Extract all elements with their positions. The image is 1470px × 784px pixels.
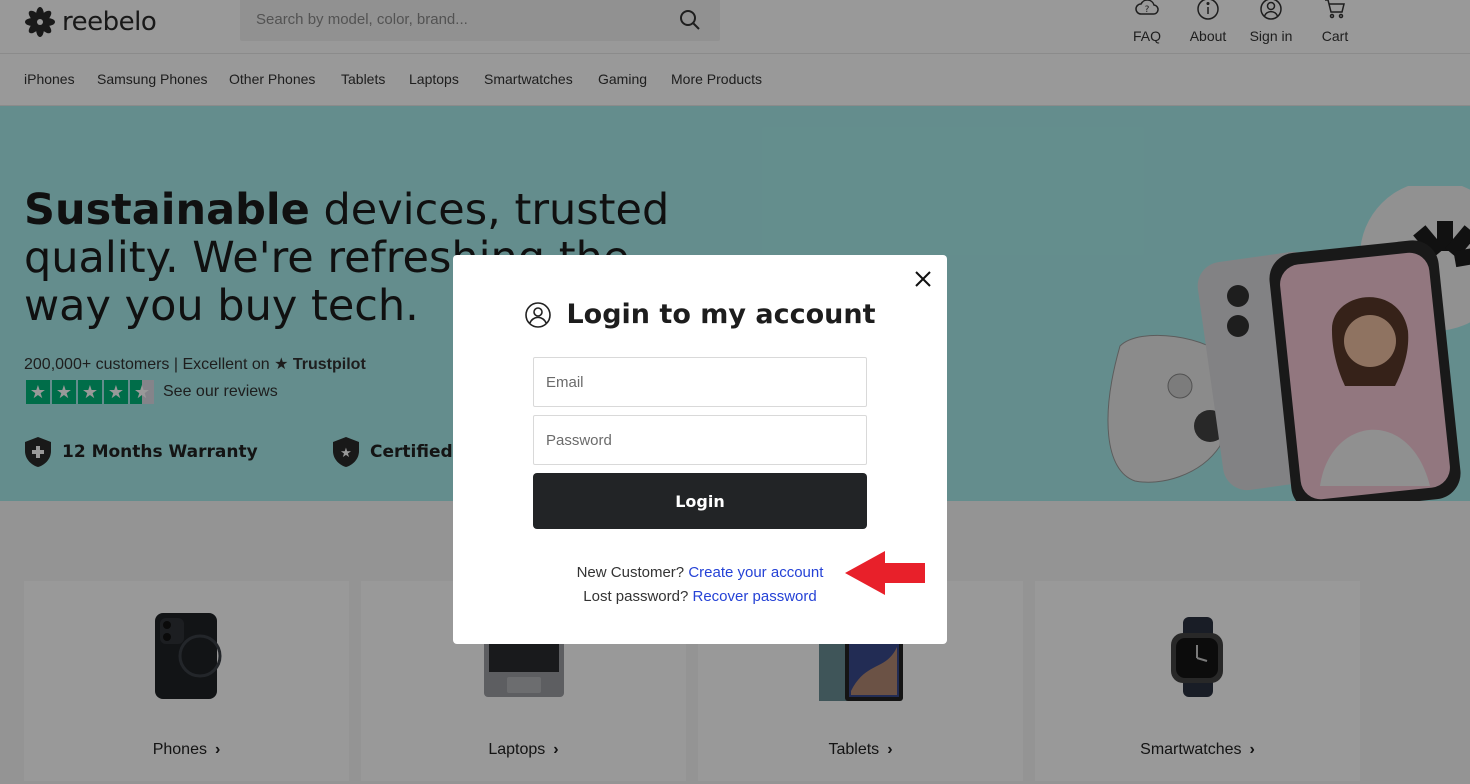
close-icon[interactable] bbox=[913, 269, 933, 289]
lost-password-text: Lost password? bbox=[583, 588, 689, 605]
login-modal: Login to my account Login New Customer? … bbox=[453, 255, 947, 644]
user-icon bbox=[525, 301, 552, 328]
modal-header: Login to my account bbox=[453, 299, 947, 330]
create-account-link[interactable]: Create your account bbox=[688, 564, 823, 581]
new-customer-text: New Customer? bbox=[576, 564, 685, 581]
login-button[interactable]: Login bbox=[533, 473, 867, 529]
modal-title: Login to my account bbox=[566, 299, 876, 330]
red-arrow-annotation-icon bbox=[845, 551, 925, 595]
recover-password-link[interactable]: Recover password bbox=[693, 588, 817, 605]
password-field[interactable] bbox=[533, 415, 867, 465]
email-field[interactable] bbox=[533, 357, 867, 407]
